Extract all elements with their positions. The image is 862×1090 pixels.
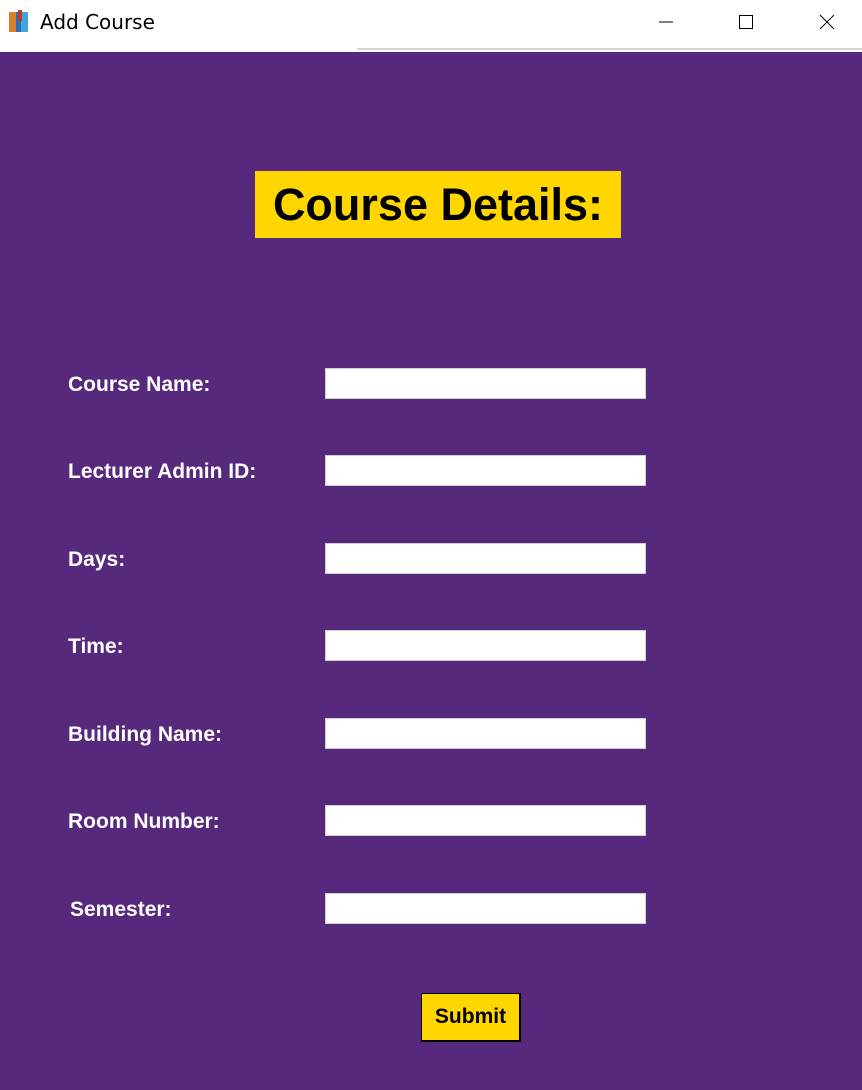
days-input[interactable] xyxy=(325,543,646,574)
time-input[interactable] xyxy=(325,630,646,661)
form-heading: Course Details: xyxy=(255,171,621,238)
books-icon xyxy=(9,10,28,32)
building-name-input[interactable] xyxy=(325,718,646,749)
lecturer-admin-id-input[interactable] xyxy=(325,455,646,486)
window-title: Add Course xyxy=(40,10,155,34)
course-name-label: Course Name: xyxy=(68,373,211,396)
close-button[interactable] xyxy=(804,0,850,44)
submit-button[interactable]: Submit xyxy=(421,993,521,1042)
course-name-input[interactable] xyxy=(325,368,646,399)
lecturer-admin-id-label: Lecturer Admin ID: xyxy=(68,460,257,483)
semester-label: Semester: xyxy=(70,898,172,921)
maximize-button[interactable] xyxy=(723,0,769,44)
minimize-icon xyxy=(659,21,673,23)
close-icon xyxy=(819,14,835,30)
room-number-input[interactable] xyxy=(325,805,646,836)
maximize-icon xyxy=(739,15,753,29)
days-label: Days: xyxy=(68,548,126,571)
title-bar: Add Course xyxy=(0,0,862,48)
building-name-label: Building Name: xyxy=(68,723,223,746)
time-label: Time: xyxy=(68,635,124,658)
minimize-button[interactable] xyxy=(643,0,689,44)
title-bar-divider xyxy=(357,48,862,50)
room-number-label: Room Number: xyxy=(68,810,220,833)
form-panel: Course Details: Course Name: Lecturer Ad… xyxy=(0,52,862,1090)
semester-input[interactable] xyxy=(325,893,646,924)
